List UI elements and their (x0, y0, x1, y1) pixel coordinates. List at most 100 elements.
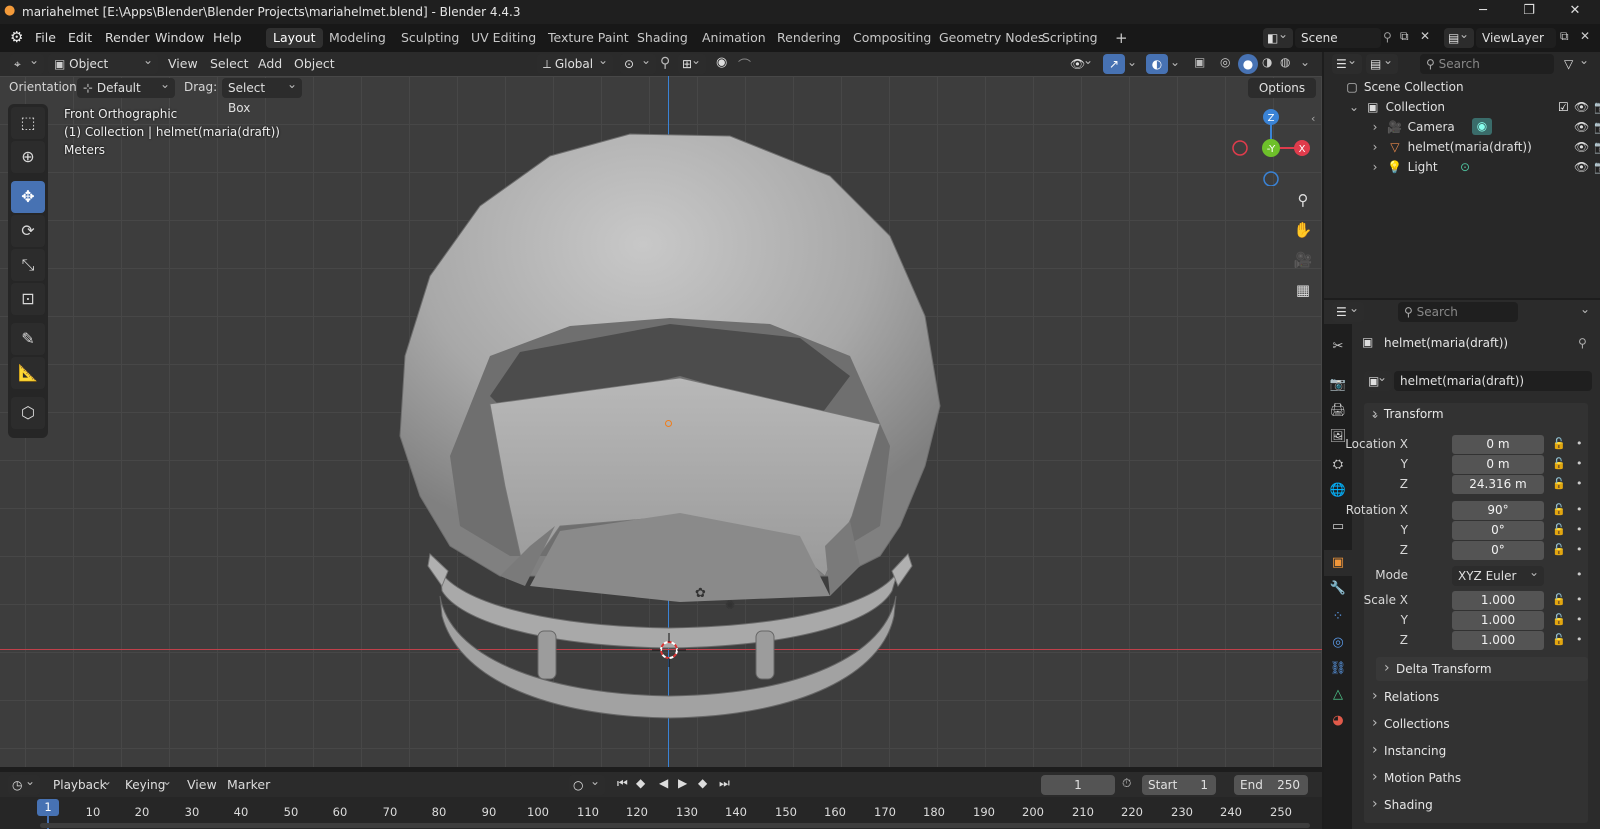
outliner-item-light[interactable]: › 💡 Light ⊙ 👁 📷 (1368, 157, 1600, 177)
scene-selector-icon[interactable]: ◧ (1263, 24, 1293, 48)
material-tab-icon[interactable]: ◕ (1324, 708, 1352, 734)
orientation-dropdown[interactable]: ⊹ Default (77, 74, 175, 98)
menu-render[interactable]: Render (100, 29, 155, 47)
camera-view-icon[interactable]: 🎥 (1289, 246, 1317, 274)
rotation-y-field[interactable]: 0° (1452, 521, 1544, 540)
snap-target-icon[interactable]: ⊞ (678, 50, 706, 74)
filter-icon[interactable]: ▽ (1560, 50, 1594, 74)
tab-modeling[interactable]: Modeling (322, 28, 393, 48)
solid-shading-icon[interactable]: ● (1238, 54, 1258, 74)
helmet-render-icon[interactable]: 📷 (1594, 137, 1600, 157)
pan-hand-icon[interactable]: ✋ (1289, 216, 1317, 244)
timeline-editor-type-icon[interactable]: ◷ (8, 771, 40, 795)
scale-y-field[interactable]: 1.000 (1452, 611, 1544, 630)
instancing-panel[interactable]: Instancing (1364, 738, 1588, 764)
overlays-options-icon[interactable]: ⌄ (1170, 55, 1180, 69)
camera-render-icon[interactable]: 📷 (1594, 117, 1600, 137)
tab-layout[interactable]: Layout (266, 28, 323, 48)
data-tab-icon[interactable]: △ (1324, 682, 1352, 708)
snap-toggle-icon[interactable]: ⚲ (660, 55, 670, 71)
collections-panel[interactable]: Collections (1364, 711, 1588, 737)
location-x-field[interactable]: 0 m (1452, 435, 1544, 454)
camera-expand-icon[interactable]: › (1368, 117, 1382, 137)
pivot-point-icon[interactable]: ⊙ (620, 50, 656, 74)
scale-z-field[interactable]: 1.000 (1452, 631, 1544, 650)
tab-scripting[interactable]: Scripting (1035, 28, 1105, 48)
constraints-tab-icon[interactable]: ⛓ (1324, 656, 1352, 682)
pin-scene-icon[interactable]: ⚲ (1383, 30, 1392, 44)
annotate-tool-icon[interactable]: ✎ (11, 323, 45, 355)
blender-menu-icon[interactable]: ⚙ (10, 28, 23, 46)
relations-panel[interactable]: Relations (1364, 684, 1588, 710)
keyframe-location-z-icon[interactable]: • (1576, 477, 1583, 490)
rotate-tool-icon[interactable]: ⟳ (11, 215, 45, 247)
jump-start-icon[interactable]: ⏮ (617, 776, 628, 791)
xray-toggle-icon[interactable]: ▣ (1194, 55, 1205, 69)
properties-editor-type-icon[interactable]: ☰ (1332, 298, 1364, 322)
sidebar-toggle-icon[interactable]: ‹ (1311, 112, 1315, 125)
maximize-button[interactable]: ❐ (1506, 0, 1552, 24)
add-cube-tool-icon[interactable]: ⬡ (11, 397, 45, 429)
light-data-icon[interactable]: ⊙ (1460, 157, 1470, 177)
view-layer-selector-icon[interactable]: ▤ (1444, 24, 1474, 48)
viewport-menu-view[interactable]: View (163, 55, 203, 73)
wireframe-shading-icon[interactable]: ◎ (1220, 55, 1230, 69)
cursor-tool-icon[interactable]: ⊕ (11, 141, 45, 173)
scene-name-field[interactable]: Scene (1295, 28, 1381, 48)
scale-tool-icon[interactable]: ⤡ (11, 249, 45, 281)
minimize-button[interactable]: ─ (1460, 0, 1506, 24)
properties-options-icon[interactable]: ⌄ (1580, 302, 1590, 316)
proportional-falloff-icon[interactable]: ⌒ (738, 55, 751, 74)
output-tab-icon[interactable]: 🖨 (1324, 398, 1352, 424)
collection-visibility-icon[interactable]: 👁 (1574, 97, 1589, 117)
tab-animation[interactable]: Animation (695, 28, 773, 48)
display-mode-icon[interactable]: ▤ (1366, 50, 1398, 74)
properties-search-input[interactable]: ⚲ Search (1398, 302, 1518, 322)
shading-options-icon[interactable]: ⌄ (1300, 55, 1310, 69)
keyframe-scale-y-icon[interactable]: • (1576, 613, 1583, 626)
lock-scale-x-icon[interactable]: 🔓 (1552, 593, 1566, 606)
select-box-tool-icon[interactable]: ⬚ (11, 107, 45, 139)
location-y-field[interactable]: 0 m (1452, 455, 1544, 474)
lock-scale-y-icon[interactable]: 🔓 (1552, 613, 1566, 626)
keyframe-rotation-z-icon[interactable]: • (1576, 543, 1583, 556)
play-reverse-icon[interactable]: ◀ (659, 776, 668, 790)
light-visibility-icon[interactable]: 👁 (1574, 157, 1589, 177)
tab-uv-editing[interactable]: UV Editing (464, 28, 543, 48)
tab-shading[interactable]: Shading (630, 28, 695, 48)
transform-tool-icon[interactable]: ⊡ (11, 283, 45, 315)
measure-tool-icon[interactable]: 📐 (11, 357, 45, 389)
gizmo-options-icon[interactable]: ⌄ (1127, 55, 1137, 69)
camera-data-icon[interactable]: ◉ (1472, 118, 1492, 135)
proportional-edit-icon[interactable]: ◉ (716, 55, 727, 70)
outliner-search-input[interactable]: ⚲ Search (1420, 54, 1554, 74)
timeline-menu-playback[interactable]: Playback (47, 771, 117, 795)
lock-location-x-icon[interactable]: 🔓 (1552, 437, 1566, 450)
helmet-expand-icon[interactable]: › (1368, 137, 1382, 157)
next-keyframe-icon[interactable]: ◆ (698, 776, 707, 790)
rotation-z-field[interactable]: 0° (1452, 541, 1544, 560)
transform-orientation-dropdown[interactable]: ⟂ Global (537, 50, 613, 74)
3d-viewport[interactable]: ✿ ✺ Front Orthographic (1) Collection | … (0, 76, 1322, 767)
remove-scene-icon[interactable]: ✕ (1420, 29, 1430, 43)
jump-end-icon[interactable]: ⏭ (719, 776, 730, 791)
transform-panel-header[interactable]: ⌄ Transform (1370, 407, 1444, 421)
render-tab-icon[interactable]: 📷 (1324, 372, 1352, 398)
menu-edit[interactable]: Edit (63, 29, 97, 47)
navigation-gizmo[interactable]: Z X -Y (1228, 106, 1316, 186)
shading-panel[interactable]: Shading (1364, 792, 1588, 818)
scene-collection-row[interactable]: ▢ Scene Collection (1344, 77, 1600, 97)
keyframe-scale-z-icon[interactable]: • (1576, 633, 1583, 646)
viewport-menu-select[interactable]: Select (205, 55, 254, 73)
keyframe-location-y-icon[interactable]: • (1576, 457, 1583, 470)
new-view-layer-icon[interactable]: ⧉ (1560, 29, 1569, 44)
tool-tab-icon[interactable]: ✂ (1324, 334, 1352, 360)
rotation-x-field[interactable]: 90° (1452, 501, 1544, 520)
tab-sculpting[interactable]: Sculpting (394, 28, 466, 48)
viewport-menu-add[interactable]: Add (253, 55, 287, 73)
current-frame-field[interactable]: 1 (1041, 775, 1115, 795)
outliner-item-helmet[interactable]: › ▽ helmet(maria(draft)) 👁 📷 (1368, 137, 1600, 157)
camera-visibility-icon[interactable]: 👁 (1574, 117, 1589, 137)
light-render-icon[interactable]: 📷 (1594, 157, 1600, 177)
light-expand-icon[interactable]: › (1368, 157, 1382, 177)
